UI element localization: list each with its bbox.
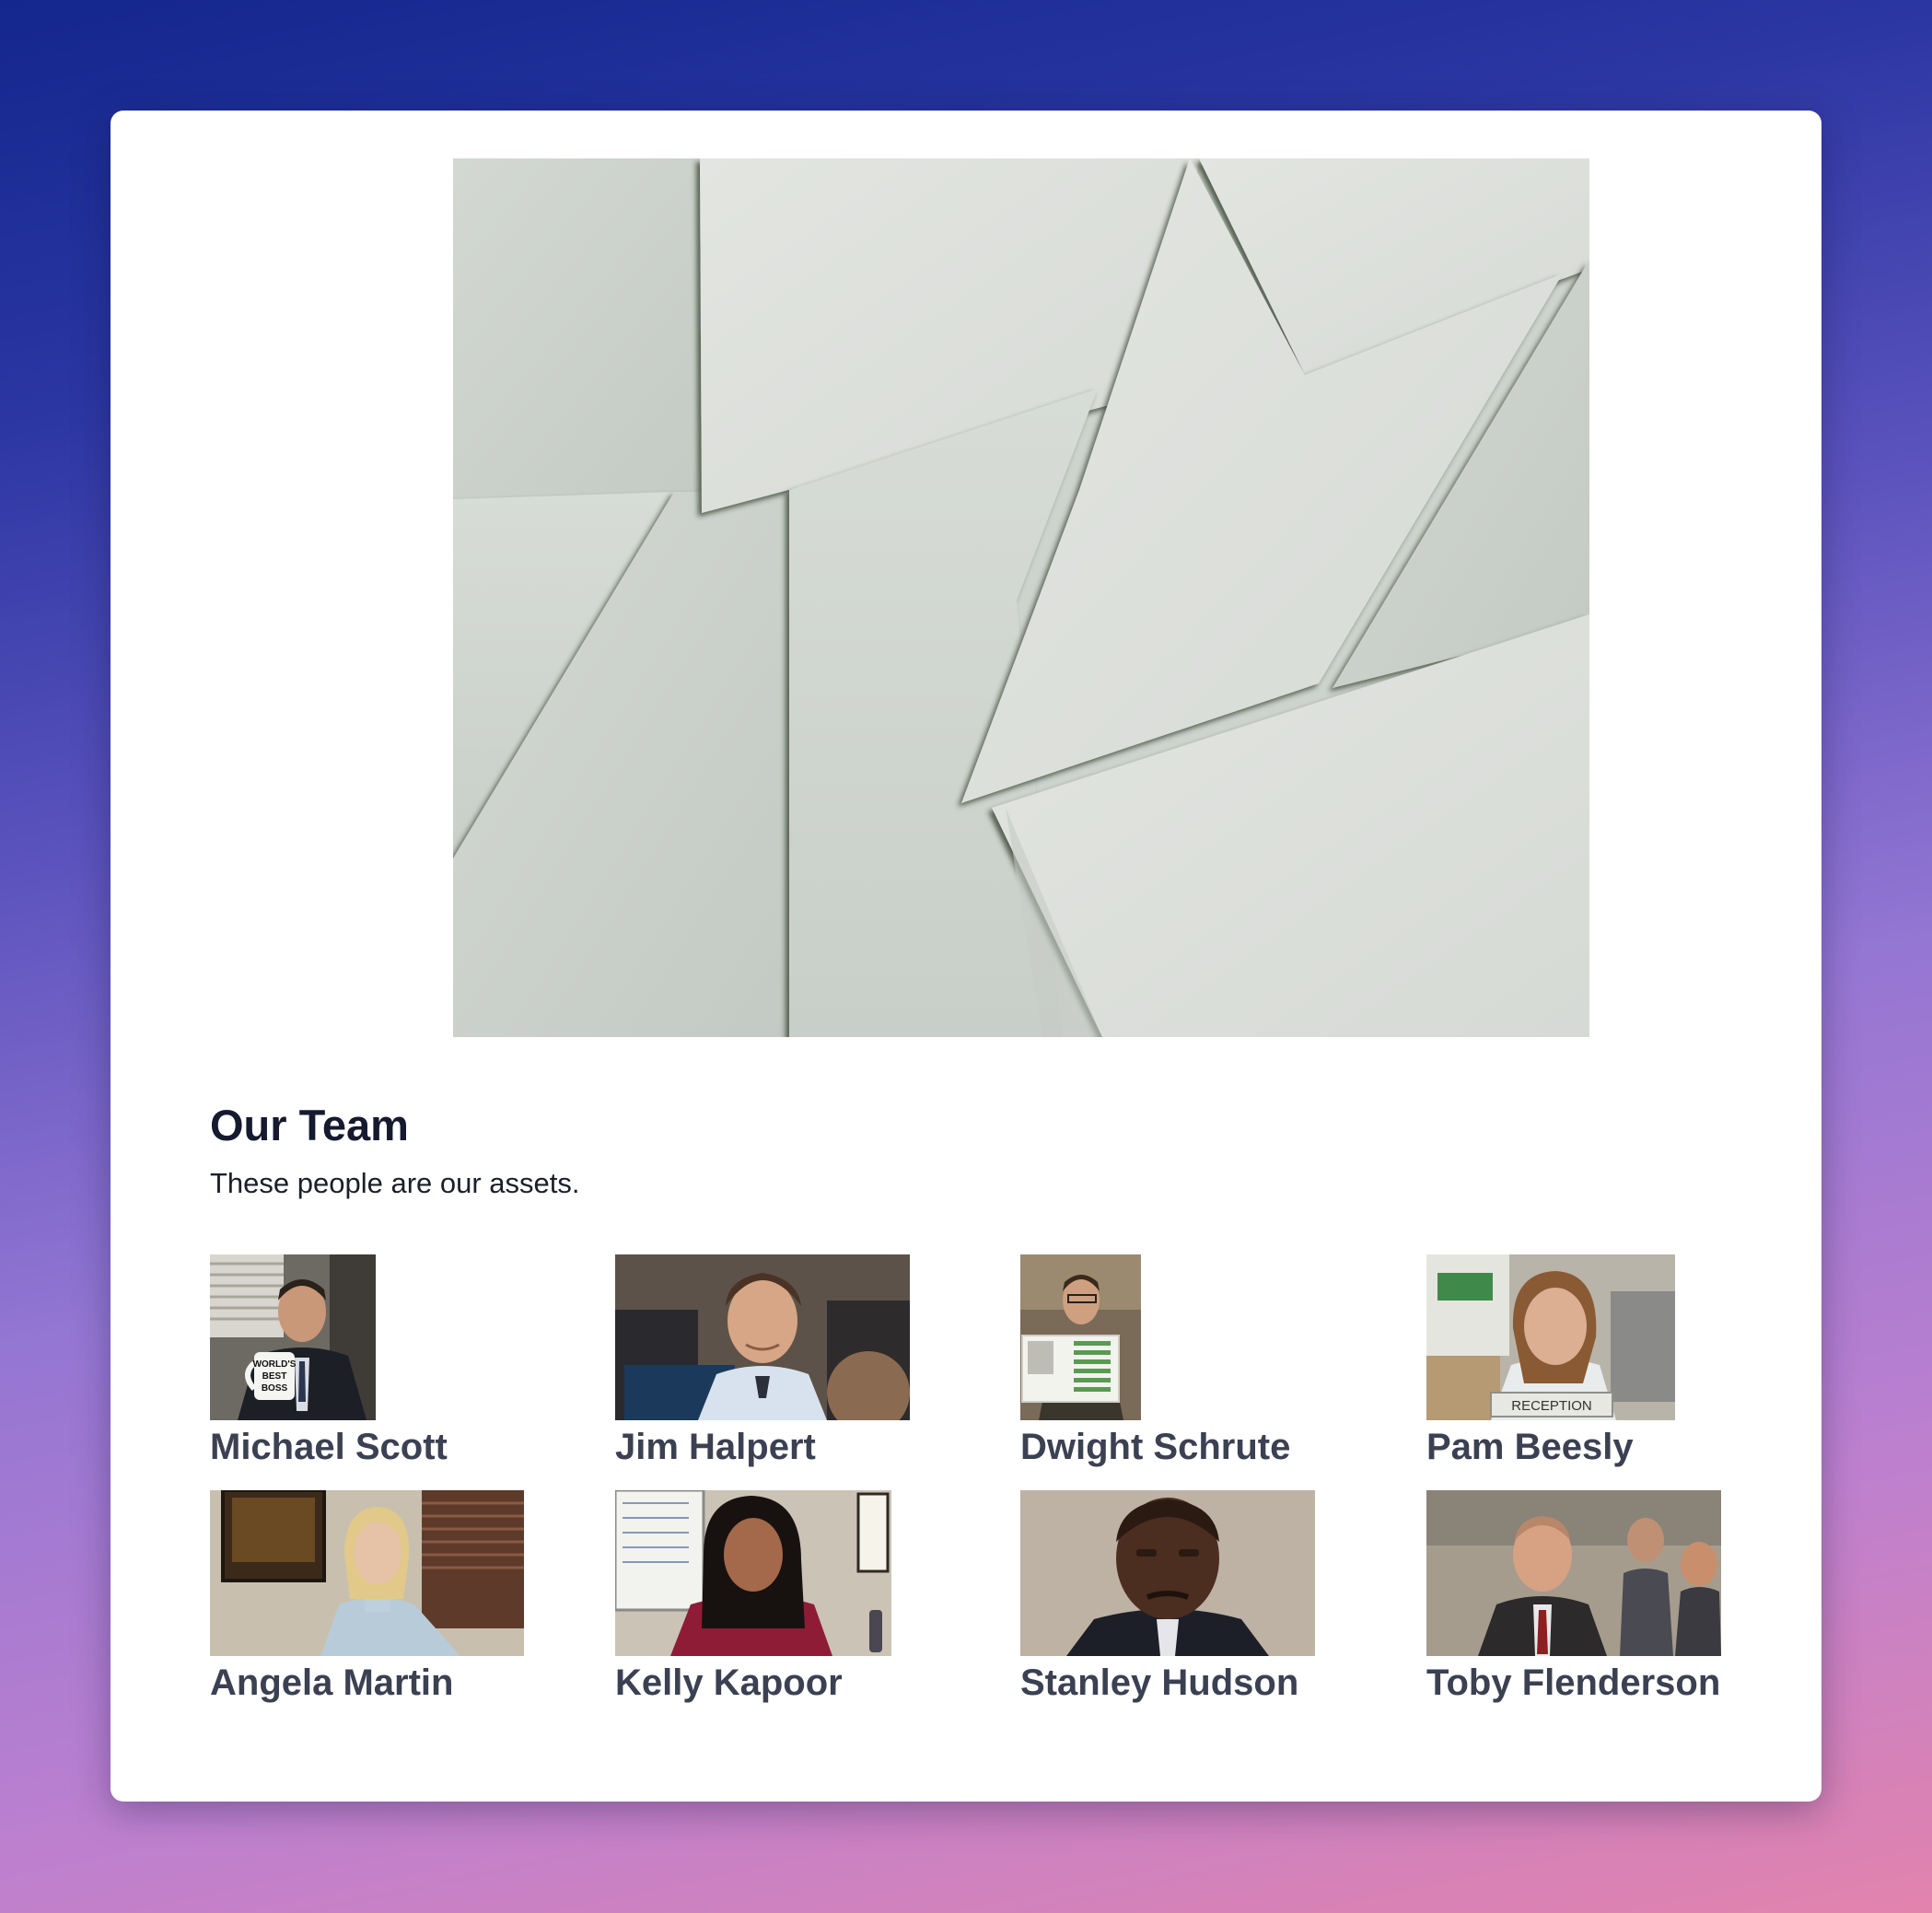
team-member: Angela Martin	[210, 1490, 524, 1702]
member-photo-dwight-schrute	[1020, 1254, 1141, 1420]
team-member: Jim Halpert	[615, 1254, 910, 1466]
team-member: Stanley Hudson	[1020, 1490, 1315, 1702]
svg-text:BEST: BEST	[262, 1371, 287, 1382]
member-photo-toby-flenderson	[1426, 1490, 1721, 1656]
hero-image	[453, 158, 1589, 1037]
team-member: RECEPTION Pam Beesly	[1426, 1254, 1675, 1466]
svg-text:RECEPTION: RECEPTION	[1511, 1398, 1592, 1414]
member-name: Angela Martin	[210, 1662, 454, 1703]
content-card: Our Team These people are our assets. WO…	[111, 111, 1821, 1802]
member-photo-angela-martin	[210, 1490, 524, 1656]
member-name: Jim Halpert	[615, 1427, 816, 1467]
member-name: Stanley Hudson	[1020, 1662, 1299, 1703]
team-member: Kelly Kapoor	[615, 1490, 891, 1702]
member-name: Kelly Kapoor	[615, 1662, 843, 1703]
team-member: Toby Flenderson	[1426, 1490, 1721, 1702]
member-name: Toby Flenderson	[1426, 1662, 1721, 1703]
member-name: Michael Scott	[210, 1427, 448, 1467]
member-name: Pam Beesly	[1426, 1427, 1634, 1467]
member-photo-kelly-kapoor	[615, 1490, 891, 1656]
member-photo-michael-scott: WORLD'S BEST BOSS	[210, 1254, 376, 1420]
svg-text:BOSS: BOSS	[262, 1383, 288, 1394]
member-photo-jim-halpert	[615, 1254, 910, 1420]
team-member: Dwight Schrute	[1020, 1254, 1290, 1466]
team-title: Our Team	[210, 1101, 409, 1149]
team-subtitle: These people are our assets.	[210, 1167, 580, 1199]
svg-text:WORLD'S: WORLD'S	[253, 1359, 297, 1370]
team-member: WORLD'S BEST BOSS Michael Scott	[210, 1254, 448, 1466]
member-photo-pam-beesly: RECEPTION	[1426, 1254, 1675, 1420]
member-name: Dwight Schrute	[1020, 1427, 1291, 1467]
member-photo-stanley-hudson	[1020, 1490, 1315, 1656]
